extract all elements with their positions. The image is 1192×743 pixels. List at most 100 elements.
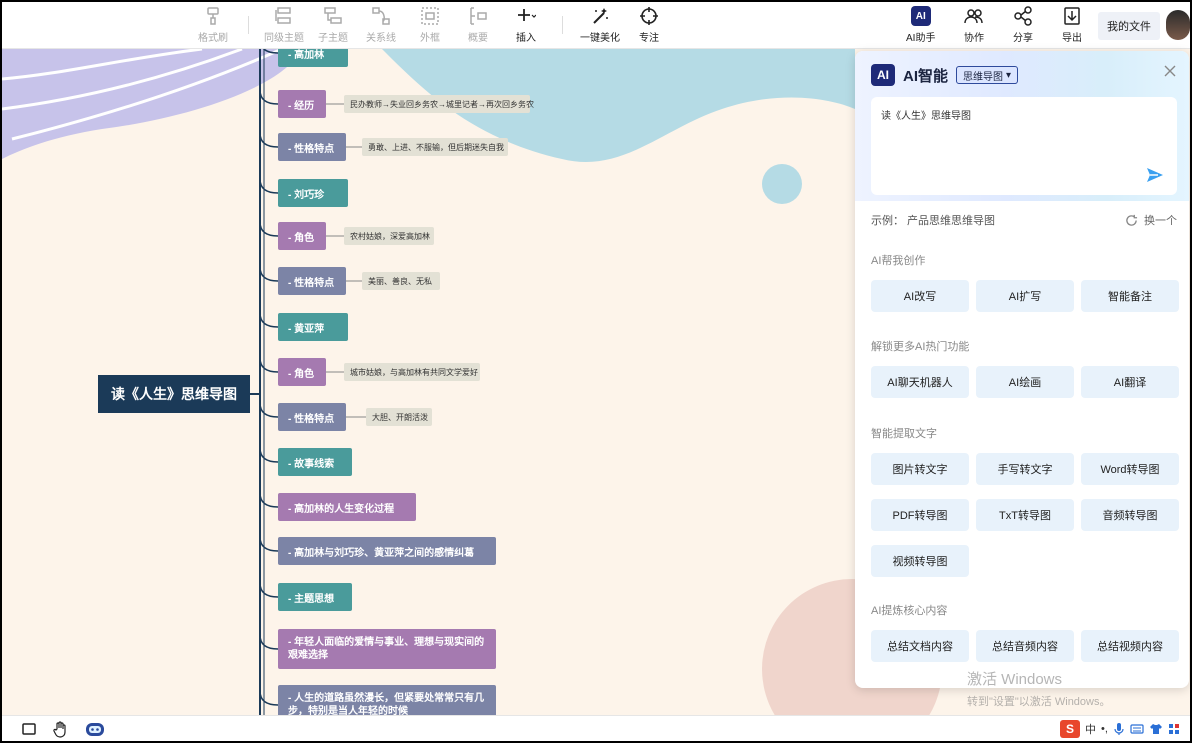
mindmap-leaf[interactable]: 美丽、善良、无私 — [362, 272, 440, 290]
refresh-example-button[interactable]: 换一个 — [1125, 212, 1177, 228]
ai-prompt-text: 读《人生》思维导图 — [881, 111, 971, 122]
caret-down-icon: ▾ — [1006, 69, 1012, 81]
mindmap-node[interactable]: - 刘巧珍 — [278, 179, 348, 207]
microphone-icon[interactable] — [1113, 722, 1125, 736]
plus-icon — [518, 9, 536, 21]
frame-button[interactable]: 外框 — [420, 6, 440, 44]
mindmap-node[interactable]: - 高加林与刘巧珍、黄亚萍之间的感情纠葛 — [278, 537, 496, 565]
collaborate-button[interactable]: 协作 — [964, 6, 984, 44]
link-line — [259, 312, 279, 328]
summary-button[interactable]: 概要 — [468, 6, 488, 44]
people-icon — [964, 9, 983, 24]
ai-assistant-label: AI助手 — [906, 33, 936, 44]
link-line — [259, 690, 279, 706]
sibling-icon — [275, 7, 291, 24]
mindmap-node[interactable]: - 故事线索 — [278, 448, 352, 476]
mindmap-leaf[interactable]: 农村姑娘，深爱高加林 — [344, 227, 434, 245]
mindmap-node[interactable]: - 角色 — [278, 222, 326, 250]
ai-prompt-input[interactable]: 读《人生》思维导图 — [871, 97, 1177, 195]
hand-icon[interactable] — [52, 720, 70, 738]
close-icon[interactable] — [1163, 64, 1177, 78]
share-button[interactable]: 分享 — [1013, 6, 1033, 44]
mindmap-node[interactable]: - 黄亚萍 — [278, 313, 348, 341]
beautify-label: 一键美化 — [580, 33, 620, 44]
ai-panel-title: AI智能 — [903, 67, 949, 85]
ai-feature-button[interactable]: AI改写 — [871, 280, 969, 312]
relation-line-button[interactable]: 关系线 — [366, 6, 396, 44]
ai-mode-dropdown[interactable]: 思维导图 ▾ — [956, 66, 1019, 84]
mindmap-node[interactable]: - 角色 — [278, 358, 326, 386]
mindmap-leaf[interactable]: 民办教师→失业回乡务农→城里记者→再次回乡务农 — [344, 95, 534, 113]
ime-punctuation[interactable]: •, — [1101, 723, 1108, 735]
ai-feature-button[interactable]: 音频转导图 — [1081, 499, 1179, 531]
ai-section-title: AI提炼核心内容 — [871, 605, 948, 617]
shirt-icon[interactable] — [1149, 723, 1163, 735]
ai-feature-button[interactable]: AI扩写 — [976, 280, 1074, 312]
mindmap-node[interactable]: - 性格特点 — [278, 267, 346, 295]
robot-icon[interactable] — [84, 720, 106, 738]
sibling-topic-button[interactable]: 同级主题 — [264, 6, 304, 44]
mindmap-node[interactable]: - 性格特点 — [278, 133, 346, 161]
link-line — [262, 49, 279, 54]
ai-section-title: 智能提取文字 — [871, 428, 937, 440]
mindmap-node[interactable]: - 人生的道路虽然漫长，但紧要处常常只有几步，特别是当人年轻的时候 — [278, 685, 496, 715]
ai-feature-button[interactable]: 手写转文字 — [976, 453, 1074, 485]
subtopic-icon — [324, 7, 342, 24]
mindmap-node[interactable]: - 高加林 — [278, 49, 348, 67]
beautify-button[interactable]: 一键美化 — [580, 6, 620, 44]
refresh-icon — [1126, 214, 1138, 226]
ai-panel: AI AI智能 思维导图 ▾ 读《人生》思维导图 示例： 产品思维思维导图 换一… — [855, 51, 1189, 688]
ai-feature-button[interactable]: 总结音频内容 — [976, 630, 1074, 662]
mindmap-node[interactable]: - 经历 — [278, 90, 326, 118]
sub-topic-button[interactable]: 子主题 — [318, 6, 348, 44]
ai-feature-button[interactable]: 总结文档内容 — [871, 630, 969, 662]
summary-icon — [470, 7, 487, 25]
example-label[interactable]: 示例： 产品思维思维导图 — [871, 212, 995, 228]
link-line — [259, 402, 279, 418]
export-label: 导出 — [1062, 33, 1082, 44]
app-window: 格式刷 同级主题 子主题 关系线 外框 概要 插入 一键美化 专注 AI AI助… — [2, 2, 1190, 741]
ai-assistant-button[interactable]: AI AI助手 — [906, 6, 935, 44]
share-icon — [1014, 6, 1032, 26]
ai-feature-button[interactable]: AI聊天机器人 — [871, 366, 969, 398]
relation-line-label: 关系线 — [366, 33, 396, 44]
ai-feature-button[interactable]: AI翻译 — [1081, 366, 1179, 398]
ai-feature-button[interactable]: Word转导图 — [1081, 453, 1179, 485]
ai-feature-button[interactable]: 视频转导图 — [871, 545, 969, 577]
avatar[interactable] — [1166, 10, 1190, 40]
ime-language[interactable]: 中 — [1085, 721, 1096, 737]
root-node[interactable]: 读《人生》思维导图 — [98, 375, 250, 413]
export-button[interactable]: 导出 — [1062, 6, 1082, 44]
mindmap-node[interactable]: - 高加林的人生变化过程 — [278, 493, 416, 521]
ai-feature-button[interactable]: 总结视频内容 — [1081, 630, 1179, 662]
sogou-logo-icon: S — [1060, 720, 1080, 738]
link-line — [259, 89, 279, 105]
my-files-button[interactable]: 我的文件 — [1098, 12, 1160, 40]
focus-label: 专注 — [639, 33, 659, 44]
insert-button[interactable]: 插入 — [516, 6, 536, 44]
ai-feature-button[interactable]: PDF转导图 — [871, 499, 969, 531]
link-line — [259, 357, 279, 373]
mindmap-leaf[interactable]: 大胆、开朗活泼 — [366, 408, 432, 426]
mindmap-node[interactable]: - 主题思想 — [278, 583, 352, 611]
ai-feature-button[interactable]: 智能备注 — [1081, 280, 1179, 312]
insert-label: 插入 — [516, 33, 536, 44]
activation-watermark: 激活 Windows 转到"设置"以激活 Windows。 — [967, 668, 1111, 709]
send-icon[interactable] — [1145, 165, 1165, 185]
mindmap-leaf[interactable]: 城市姑娘，与高加林有共同文学爱好 — [344, 363, 480, 381]
keyboard-icon[interactable] — [1130, 723, 1144, 735]
minimap-icon[interactable] — [20, 720, 38, 738]
ai-feature-button[interactable]: AI绘画 — [976, 366, 1074, 398]
format-brush-button[interactable]: 格式刷 — [198, 6, 228, 44]
mindmap-node[interactable]: - 年轻人面临的爱情与事业、理想与现实间的艰难选择 — [278, 629, 496, 669]
ai-feature-button[interactable]: 图片转文字 — [871, 453, 969, 485]
collaborate-label: 协作 — [964, 33, 984, 44]
ime-toolbar[interactable]: S 中 •, — [992, 716, 1190, 741]
grid-icon[interactable] — [1168, 723, 1180, 735]
mindmap-node[interactable]: - 性格特点 — [278, 403, 346, 431]
link-line — [259, 447, 279, 463]
ai-feature-button[interactable]: TxT转导图 — [976, 499, 1074, 531]
focus-button[interactable]: 专注 — [639, 6, 659, 44]
frame-icon — [421, 7, 439, 25]
mindmap-leaf[interactable]: 勇敢、上进、不服输，但后期迷失自我 — [362, 138, 508, 156]
